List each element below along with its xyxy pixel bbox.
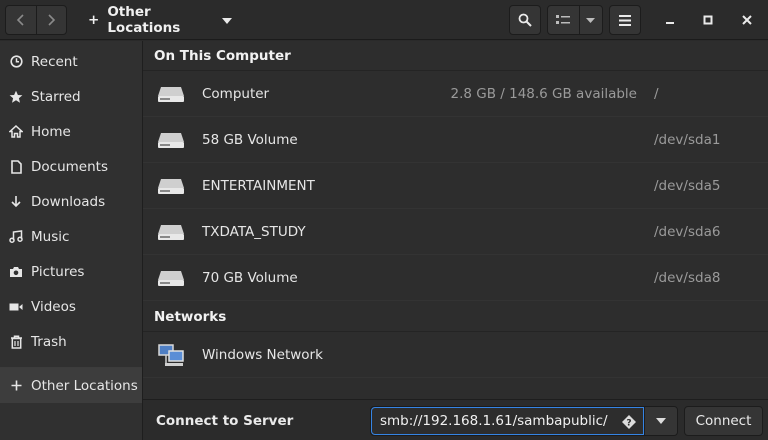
volume-device: /dev/sda1 <box>654 131 721 148</box>
sidebar-item-home[interactable]: Home <box>0 114 142 149</box>
sidebar-item-starred[interactable]: Starred <box>0 79 142 114</box>
close-icon <box>742 15 752 25</box>
sidebar-item-videos[interactable]: Videos <box>0 289 142 324</box>
connect-to-server-bar: Connect to Server ? Connect <box>143 399 768 440</box>
volume-available: 2.8 GB / 148.6 GB available <box>450 85 637 102</box>
connect-button[interactable]: Connect <box>684 406 763 436</box>
server-address-input[interactable] <box>371 407 645 435</box>
search-icon <box>518 13 532 27</box>
volume-device: /dev/sda6 <box>654 223 721 240</box>
sidebar-item-recent[interactable]: Recent <box>0 44 142 79</box>
download-icon <box>9 195 23 209</box>
hard-drive-icon <box>158 225 184 240</box>
locations-list: On This Computer Computer 2.8 GB / 148.6… <box>143 41 768 399</box>
sidebar-item-label: Videos <box>31 298 76 315</box>
volume-row-58gb[interactable]: 58 GB Volume /dev/sda1 <box>143 117 768 163</box>
document-icon <box>9 159 23 174</box>
connect-to-server-label: Connect to Server <box>156 412 294 429</box>
section-header-networks: Networks <box>143 302 768 332</box>
recent-servers-dropdown[interactable] <box>644 407 677 435</box>
sidebar-item-trash[interactable]: Trash <box>0 324 142 359</box>
minimize-icon <box>666 22 674 24</box>
clock-icon <box>9 55 23 69</box>
sidebar-item-label: Other Locations <box>31 377 138 394</box>
sidebar-item-other-locations[interactable]: Other Locations <box>0 368 142 403</box>
music-icon <box>9 230 23 244</box>
volume-row-entertainment[interactable]: ENTERTAINMENT /dev/sda5 <box>143 163 768 209</box>
sidebar-item-label: Trash <box>31 333 67 350</box>
view-options-dropdown[interactable] <box>578 6 602 34</box>
network-computers-icon <box>158 344 184 366</box>
hard-drive-icon <box>158 179 184 194</box>
hard-drive-icon <box>158 87 184 102</box>
volume-device: /dev/sda8 <box>654 269 721 286</box>
sidebar-item-label: Downloads <box>31 193 106 210</box>
volume-name: Computer <box>202 85 270 102</box>
header-bar: + Other Locations <box>0 0 768 40</box>
plus-icon <box>9 379 23 393</box>
trash-icon <box>9 335 23 349</box>
sidebar-item-label: Music <box>31 228 70 245</box>
volume-name: ENTERTAINMENT <box>202 177 315 194</box>
volume-device: / <box>654 85 659 102</box>
plus-icon: + <box>88 12 100 28</box>
sidebar: Recent Starred Home Documents Downloads … <box>0 41 143 440</box>
server-address-combo: ? <box>370 406 678 436</box>
sidebar-item-pictures[interactable]: Pictures <box>0 254 142 289</box>
hard-drive-icon <box>158 133 184 148</box>
volume-device: /dev/sda5 <box>654 177 721 194</box>
list-view-icon <box>556 15 571 24</box>
sidebar-item-label: Recent <box>31 53 78 70</box>
sidebar-item-label: Home <box>31 123 71 140</box>
help-icon[interactable]: ? <box>621 414 637 430</box>
caret-down-icon <box>586 17 596 23</box>
main-menu-button[interactable] <box>609 5 641 35</box>
maximize-icon <box>703 15 713 25</box>
list-view-button[interactable] <box>548 6 579 34</box>
view-options <box>547 5 603 35</box>
network-name: Windows Network <box>202 346 323 363</box>
star-icon <box>9 90 23 104</box>
maximize-button[interactable] <box>696 8 720 32</box>
sidebar-item-music[interactable]: Music <box>0 219 142 254</box>
svg-text:?: ? <box>626 419 631 429</box>
volume-name: TXDATA_STUDY <box>202 223 306 240</box>
volume-row-70gb[interactable]: 70 GB Volume /dev/sda8 <box>143 255 768 301</box>
video-icon <box>9 300 23 314</box>
navigation-buttons <box>5 5 67 35</box>
chevron-right-icon <box>48 14 56 26</box>
sidebar-item-label: Pictures <box>31 263 85 280</box>
volume-row-txdata-study[interactable]: TXDATA_STUDY /dev/sda6 <box>143 209 768 255</box>
hard-drive-icon <box>158 271 184 286</box>
camera-icon <box>9 265 23 279</box>
caret-down-icon <box>222 12 232 28</box>
back-button[interactable] <box>6 6 36 34</box>
home-icon <box>9 125 23 139</box>
sidebar-item-downloads[interactable]: Downloads <box>0 184 142 219</box>
close-button[interactable] <box>735 8 759 32</box>
volume-row-computer[interactable]: Computer 2.8 GB / 148.6 GB available / <box>143 71 768 117</box>
caret-down-icon <box>656 418 667 424</box>
sidebar-item-label: Documents <box>31 158 108 175</box>
volume-name: 58 GB Volume <box>202 131 298 148</box>
network-row-windows-network[interactable]: Windows Network <box>143 332 768 378</box>
minimize-button[interactable] <box>658 8 682 32</box>
volume-name: 70 GB Volume <box>202 269 298 286</box>
location-path-button[interactable]: + Other Locations <box>80 4 232 36</box>
sidebar-item-label: Starred <box>31 88 81 105</box>
section-header-on-this-computer: On This Computer <box>143 41 768 71</box>
chevron-left-icon <box>16 14 24 26</box>
location-label: Other Locations <box>107 4 181 36</box>
forward-button[interactable] <box>35 6 67 34</box>
search-button[interactable] <box>509 5 541 35</box>
sidebar-item-documents[interactable]: Documents <box>0 149 142 184</box>
hamburger-menu-icon <box>619 14 631 26</box>
